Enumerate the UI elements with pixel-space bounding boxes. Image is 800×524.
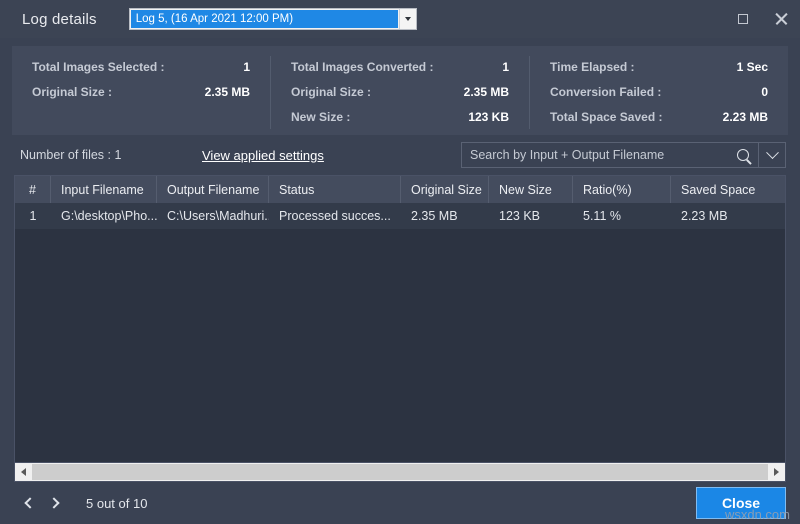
cell-original-size: 2.35 MB <box>411 209 458 223</box>
table-header-row: # Input Filename Output Filename Status … <box>15 176 785 203</box>
table-row[interactable]: 1 G:\desktop\Pho... C:\Users\Madhuri... … <box>15 203 785 229</box>
log-selector-label: Log 5, (16 Apr 2021 12:00 PM) <box>135 13 294 25</box>
stats-column-selected: Total Images Selected : 1 Original Size … <box>12 56 270 129</box>
stats-column-performance: Time Elapsed : 1 Sec Conversion Failed :… <box>529 56 788 129</box>
stat-row: Total Images Converted : 1 <box>291 56 509 79</box>
stat-value: 1 Sec <box>736 60 768 74</box>
chevron-down-icon <box>404 17 411 21</box>
search-box[interactable] <box>461 142 786 168</box>
cell-index: 1 <box>29 209 37 223</box>
next-page-button[interactable] <box>42 490 66 516</box>
stat-row: Original Size : 2.35 MB <box>291 81 509 104</box>
previous-page-button[interactable] <box>18 490 42 516</box>
scroll-right-button[interactable] <box>768 463 785 481</box>
files-count-label: Number of files : 1 <box>20 148 122 162</box>
stat-label: New Size : <box>291 110 351 124</box>
scrollbar-thumb[interactable] <box>32 464 768 480</box>
window-controls <box>732 0 792 38</box>
stat-row: Total Images Selected : 1 <box>32 56 250 79</box>
stat-value: 2.35 MB <box>463 85 509 99</box>
column-header-output-filename[interactable]: Output Filename <box>157 176 269 203</box>
view-applied-settings-link[interactable]: View applied settings <box>202 148 324 163</box>
close-button[interactable]: Close <box>696 487 786 519</box>
table-toolbar: Number of files : 1 View applied setting… <box>0 135 800 175</box>
chevron-left-icon <box>24 497 36 509</box>
cell-new-size: 123 KB <box>499 209 541 223</box>
stat-value: 2.35 MB <box>204 85 250 99</box>
stat-row: Time Elapsed : 1 Sec <box>550 56 768 79</box>
stat-label: Conversion Failed : <box>550 85 662 99</box>
stat-label: Total Space Saved : <box>550 110 663 124</box>
column-header-input-filename[interactable]: Input Filename <box>51 176 157 203</box>
chevron-right-icon <box>774 468 779 476</box>
cell-ratio: 5.11 % <box>583 209 621 223</box>
column-header-new-size[interactable]: New Size <box>489 176 573 203</box>
stat-label: Total Images Selected : <box>32 60 165 74</box>
close-window-button[interactable] <box>770 8 792 30</box>
search-icon <box>737 149 749 161</box>
column-header-original-size[interactable]: Original Size <box>401 176 489 203</box>
stat-label: Original Size : <box>291 85 372 99</box>
stat-row: Conversion Failed : 0 <box>550 81 768 104</box>
maximize-icon <box>738 14 748 24</box>
log-selector-dropdown-button[interactable] <box>398 9 416 29</box>
search-input-wrapper[interactable] <box>462 143 728 167</box>
chevron-down-icon <box>765 145 779 159</box>
stat-value: 123 KB <box>468 110 509 124</box>
scroll-left-button[interactable] <box>15 463 32 481</box>
title-bar: Log details Log 5, (16 Apr 2021 12:00 PM… <box>0 0 800 38</box>
page-title: Log details <box>22 10 97 28</box>
log-details-window: Log details Log 5, (16 Apr 2021 12:00 PM… <box>0 0 800 524</box>
log-selector-combobox[interactable]: Log 5, (16 Apr 2021 12:00 PM) <box>128 8 417 30</box>
stat-row: Total Space Saved : 2.23 MB <box>550 106 768 129</box>
log-table: # Input Filename Output Filename Status … <box>14 175 786 463</box>
summary-stats-panel: Total Images Selected : 1 Original Size … <box>12 46 788 135</box>
search-filter-dropdown-button[interactable] <box>758 143 785 167</box>
stat-label: Time Elapsed : <box>550 60 635 74</box>
stat-value: 2.23 MB <box>722 110 768 124</box>
page-status-label: 5 out of 10 <box>86 495 148 511</box>
table-body: 1 G:\desktop\Pho... C:\Users\Madhuri... … <box>15 203 785 462</box>
horizontal-scrollbar[interactable] <box>14 463 786 482</box>
maximize-button[interactable] <box>732 8 754 30</box>
stat-label: Total Images Converted : <box>291 60 434 74</box>
stat-label: Original Size : <box>32 85 113 99</box>
column-header-index[interactable]: # <box>15 176 51 203</box>
chevron-right-icon <box>48 497 60 509</box>
chevron-left-icon <box>21 468 26 476</box>
stat-value: 1 <box>243 60 250 74</box>
stat-row: Original Size : 2.35 MB <box>32 81 250 104</box>
stat-value: 0 <box>761 85 768 99</box>
stats-column-converted: Total Images Converted : 1 Original Size… <box>270 56 529 129</box>
close-icon <box>774 12 788 26</box>
footer-bar: 5 out of 10 Close wsxdn.com <box>0 482 800 524</box>
search-input[interactable] <box>470 148 728 162</box>
stat-value: 1 <box>502 60 509 74</box>
column-header-ratio[interactable]: Ratio(%) <box>573 176 671 203</box>
column-header-status[interactable]: Status <box>269 176 401 203</box>
log-selector-value[interactable]: Log 5, (16 Apr 2021 12:00 PM) <box>130 10 398 28</box>
search-button[interactable] <box>728 143 758 167</box>
cell-output-filename: C:\Users\Madhuri... <box>167 209 269 223</box>
scrollbar-track[interactable] <box>32 463 768 481</box>
column-header-saved-space[interactable]: Saved Space <box>671 176 785 203</box>
cell-saved-space: 2.23 MB <box>681 209 728 223</box>
cell-status: Processed succes... <box>279 209 391 223</box>
cell-input-filename: G:\desktop\Pho... <box>61 209 157 223</box>
stat-row: New Size : 123 KB <box>291 106 509 129</box>
